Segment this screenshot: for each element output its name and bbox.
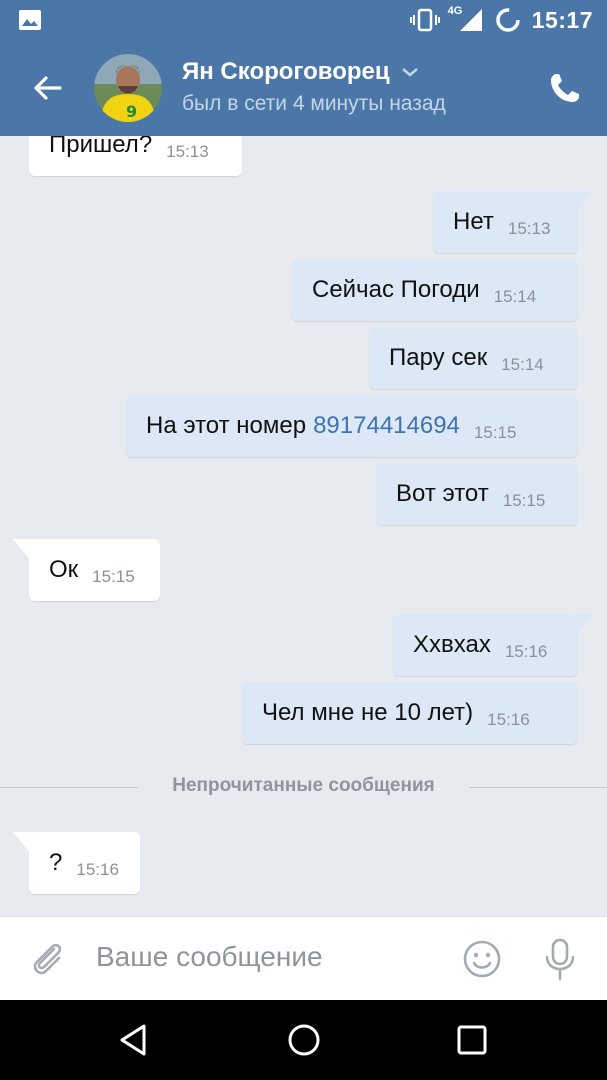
navigation-bar <box>0 1000 607 1080</box>
unread-divider-label: Непрочитанные сообщения <box>172 775 435 796</box>
message-text: Сейчас Погоди <box>312 276 480 303</box>
message-text: Ок <box>49 556 79 583</box>
bubble-tail <box>13 832 31 854</box>
message-time: 15:15 <box>92 567 135 586</box>
nav-home-icon[interactable] <box>284 1020 324 1060</box>
message-outgoing[interactable]: Вот этот 15:15 <box>376 463 578 525</box>
bubble-tail <box>576 191 594 213</box>
vibrate-icon <box>409 8 440 32</box>
message-text: Пришел? <box>49 136 153 158</box>
message-time: 15:14 <box>501 355 544 374</box>
message-outgoing[interactable]: На этот номер 89174414694 15:15 <box>126 395 578 457</box>
status-bar: 4G 15:17 <box>0 0 607 40</box>
avatar[interactable]: 9 <box>94 54 162 122</box>
message-list[interactable]: Пришел? 15:13 Нет 15:13 Сейчас Погоди 15… <box>0 136 607 916</box>
message-time: 15:16 <box>504 642 548 661</box>
contact-name-row[interactable]: Ян Скороговорец <box>182 58 420 86</box>
message-input[interactable]: Ваше сообщение <box>96 941 323 973</box>
message-time: 15:13 <box>507 219 551 238</box>
gallery-notification-icon <box>19 10 41 30</box>
microphone-icon[interactable] <box>542 937 578 981</box>
unread-divider: Непрочитанные сообщения <box>0 772 607 802</box>
paperclip-icon[interactable] <box>28 939 68 979</box>
nav-recents-icon[interactable] <box>452 1020 492 1060</box>
battery-charging-icon <box>495 8 520 32</box>
message-incoming[interactable]: Пришел? 15:13 <box>29 136 242 176</box>
chevron-down-icon[interactable] <box>400 65 420 79</box>
message-incoming[interactable]: ? 15:16 <box>13 832 140 894</box>
message-time: 15:15 <box>473 423 517 442</box>
emoji-icon[interactable] <box>462 939 502 979</box>
chat-header: 9 Ян Скороговорец был в сети 4 минуты на… <box>0 40 607 136</box>
message-text: Вот этот <box>396 480 489 507</box>
message-time: 15:16 <box>76 860 119 879</box>
message-outgoing[interactable]: Нет 15:13 <box>433 191 594 253</box>
message-text: Пару сек <box>389 344 488 371</box>
contact-name[interactable]: Ян Скороговорец <box>182 58 390 86</box>
bubble-tail <box>13 539 31 561</box>
message-composer: Ваше сообщение <box>0 916 607 1000</box>
message-time: 15:15 <box>502 491 546 510</box>
divider-line <box>469 787 607 788</box>
phone-number-link[interactable]: 89174414694 <box>313 412 460 440</box>
message-time: 15:14 <box>493 287 537 306</box>
message-outgoing[interactable]: Пару сек 15:14 <box>369 327 578 389</box>
message-time: 15:13 <box>166 142 209 161</box>
message-text: На этот номер <box>146 412 307 439</box>
message-text: Чел мне не 10 лет) <box>262 699 474 726</box>
message-incoming[interactable]: Ок 15:15 <box>13 539 160 601</box>
signal-icon: 4G <box>448 5 484 33</box>
message-text: Ххвхах <box>413 631 491 658</box>
clock: 15:17 <box>531 6 593 33</box>
bubble-tail <box>576 614 594 636</box>
nav-back-icon[interactable] <box>114 1020 154 1060</box>
phone-call-icon[interactable] <box>547 70 583 106</box>
message-outgoing[interactable]: Ххвхах 15:16 <box>393 614 594 676</box>
last-seen-status: был в сети 4 минуты назад <box>182 92 446 115</box>
svg-text:9: 9 <box>126 102 137 121</box>
message-outgoing[interactable]: Сейчас Погоди 15:14 <box>292 259 578 321</box>
message-text: ? <box>49 849 63 876</box>
message-text: Нет <box>453 208 494 235</box>
back-arrow-icon[interactable] <box>30 70 66 106</box>
message-time: 15:16 <box>487 710 530 729</box>
message-outgoing[interactable]: Чел мне не 10 лет) 15:16 <box>242 682 578 744</box>
